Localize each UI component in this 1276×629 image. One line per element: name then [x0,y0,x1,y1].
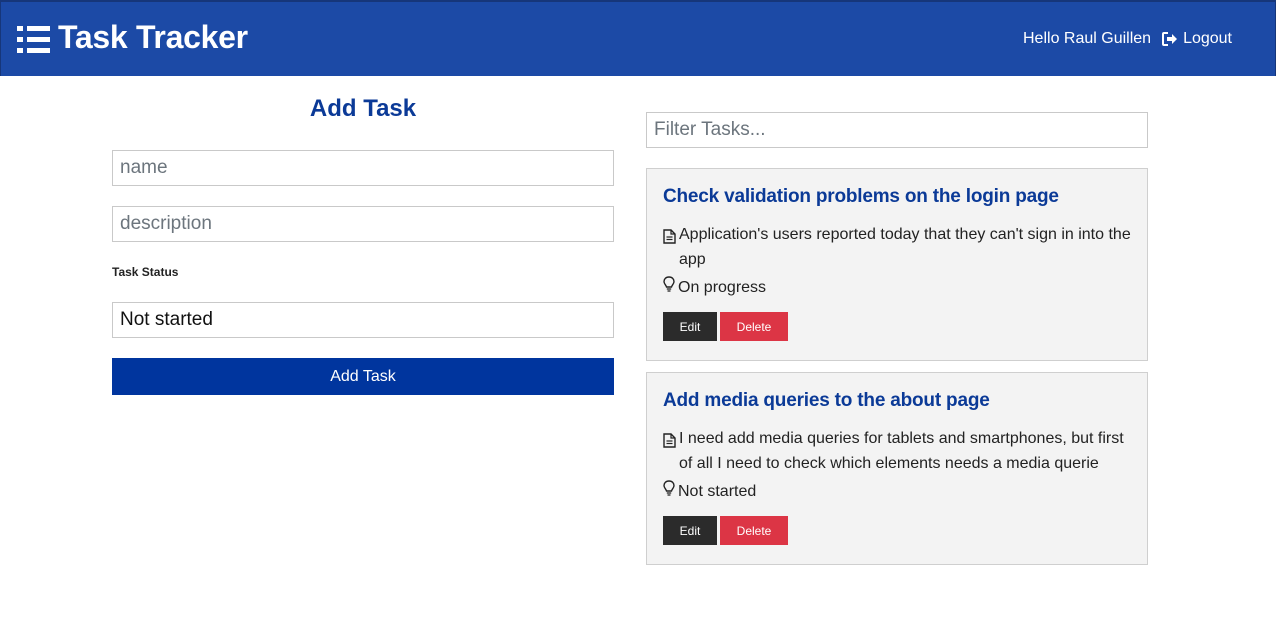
list-icon [17,24,50,53]
task-description: Application's users reported today that … [663,222,1131,272]
brand-title: Task Tracker [58,19,248,55]
task-description-text: I need add media queries for tablets and… [679,430,1124,472]
task-status-label: Task Status [112,265,179,279]
task-actions: Edit Delete [663,516,1131,545]
task-status-select[interactable]: Not started [112,302,614,338]
task-status-text: Not started [678,482,757,500]
task-actions: Edit Delete [663,312,1131,341]
filter-tasks-input[interactable] [646,112,1148,148]
task-status-text: On progress [678,278,767,296]
description-input[interactable] [112,206,614,242]
task-title: Add media queries to the about page [663,390,990,411]
task-status: On progress [663,276,1131,299]
name-input[interactable] [112,150,614,186]
user-nav: Hello Raul Guillen Logout [1023,30,1232,48]
task-card: Check validation problems on the login p… [646,168,1148,361]
file-text-icon [663,227,676,272]
task-description-text: Application's users reported today that … [679,226,1131,268]
task-title: Check validation problems on the login p… [663,186,1059,207]
sign-out-icon [1162,32,1178,46]
task-description: I need add media queries for tablets and… [663,426,1131,476]
brand-link[interactable]: Task Tracker [17,19,248,56]
task-card: Add media queries to the about page I ne… [646,372,1148,565]
top-navbar: Task Tracker Hello Raul Guillen Logout [0,0,1276,76]
edit-button[interactable]: Edit [663,312,717,341]
add-task-button[interactable]: Add Task [112,358,614,395]
delete-button[interactable]: Delete [720,312,788,341]
task-status: Not started [663,480,1131,503]
edit-button[interactable]: Edit [663,516,717,545]
user-greeting: Hello Raul Guillen [1023,30,1152,47]
delete-button[interactable]: Delete [720,516,788,545]
form-title: Add Task [309,95,417,122]
add-task-form: Add Task Task Status Not started Add Tas… [112,76,614,395]
file-text-icon [663,431,676,476]
logout-label: Logout [1183,30,1232,47]
logout-link[interactable]: Logout [1162,30,1232,48]
lightbulb-icon [663,276,675,299]
lightbulb-icon [663,480,675,503]
